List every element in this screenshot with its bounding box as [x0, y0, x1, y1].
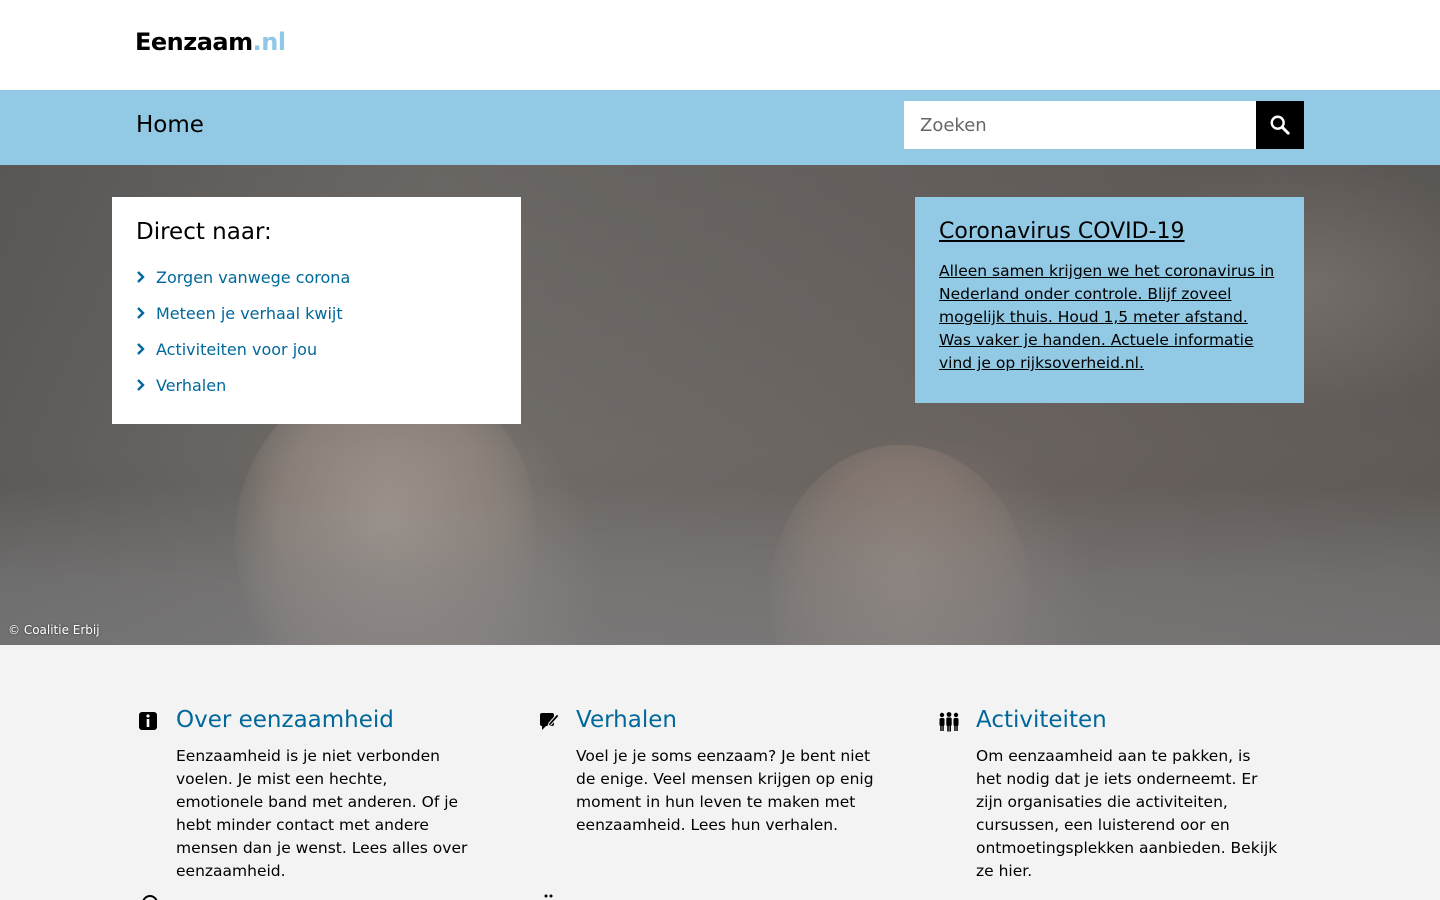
section-text: Voel je je soms eenzaam? Je bent niet de…	[576, 747, 874, 834]
search-icon	[1270, 115, 1290, 135]
site-header: Eenzaam.nl	[0, 0, 1440, 90]
section-activiteiten: Activiteiten Om eenzaamheid aan te pakke…	[938, 707, 1278, 883]
search-input[interactable]	[904, 101, 1256, 149]
section-verhalen: Verhalen Voel je je soms eenzaam? Je ben…	[538, 707, 878, 837]
content-sections: Over eenzaamheid Eenzaamheid is je niet …	[0, 645, 1440, 900]
next-row-icon-peek	[140, 893, 160, 900]
hero-banner: Direct naar: Zorgen vanwege corona Metee…	[0, 165, 1440, 645]
direct-links-list: Zorgen vanwege corona Meteen je verhaal …	[136, 259, 497, 403]
speech-bubble-icon	[540, 713, 560, 730]
chevron-right-icon	[136, 307, 156, 319]
logo-main: Eenzaam	[135, 28, 253, 56]
section-title[interactable]: Verhalen	[576, 707, 878, 733]
chevron-right-icon	[136, 271, 156, 283]
direct-links-box: Direct naar: Zorgen vanwege corona Metee…	[112, 197, 521, 424]
direct-link-activiteiten[interactable]: Activiteiten voor jou	[156, 340, 317, 359]
section-title[interactable]: Over eenzaamheid	[176, 707, 478, 733]
direct-link-verhalen[interactable]: Verhalen	[156, 376, 226, 395]
search-form	[904, 101, 1304, 149]
people-icon	[939, 712, 959, 732]
logo-suffix: .nl	[252, 28, 286, 56]
direct-link-item: Verhalen	[136, 367, 497, 403]
section-text: Om eenzaamheid aan te pakken, is het nod…	[976, 747, 1278, 880]
direct-link-zorgen-corona[interactable]: Zorgen vanwege corona	[156, 268, 350, 287]
page-title: Home	[136, 112, 204, 138]
covid-notice: Coronavirus COVID-19 Alleen samen krijge…	[915, 197, 1304, 403]
direct-link-verhaal-kwijt[interactable]: Meteen je verhaal kwijt	[156, 304, 343, 323]
search-button[interactable]	[1256, 101, 1304, 149]
chevron-right-icon	[136, 379, 156, 391]
direct-link-item: Activiteiten voor jou	[136, 331, 497, 367]
info-icon	[139, 712, 157, 730]
next-row-icon-peek	[540, 893, 560, 900]
covid-text-link[interactable]: Alleen samen krijgen we het coronavirus …	[939, 260, 1280, 375]
section-text: Eenzaamheid is je niet verbonden voelen.…	[176, 747, 468, 880]
site-logo[interactable]: Eenzaam.nl	[135, 28, 286, 56]
section-title[interactable]: Activiteiten	[976, 707, 1278, 733]
section-title-text[interactable]: Verhalen	[576, 707, 677, 733]
section-over-eenzaamheid: Over eenzaamheid Eenzaamheid is je niet …	[138, 707, 478, 883]
nav-bar: Home	[0, 90, 1440, 165]
covid-title-link[interactable]: Coronavirus COVID-19	[939, 219, 1280, 244]
direct-link-item: Meteen je verhaal kwijt	[136, 295, 497, 331]
direct-links-title: Direct naar:	[136, 219, 272, 245]
chevron-right-icon	[136, 343, 156, 355]
section-title-text[interactable]: Activiteiten	[976, 707, 1107, 733]
direct-link-item: Zorgen vanwege corona	[136, 259, 497, 295]
photo-credit: © Coalitie Erbij	[8, 623, 100, 637]
section-title-text[interactable]: Over eenzaamheid	[176, 707, 394, 733]
